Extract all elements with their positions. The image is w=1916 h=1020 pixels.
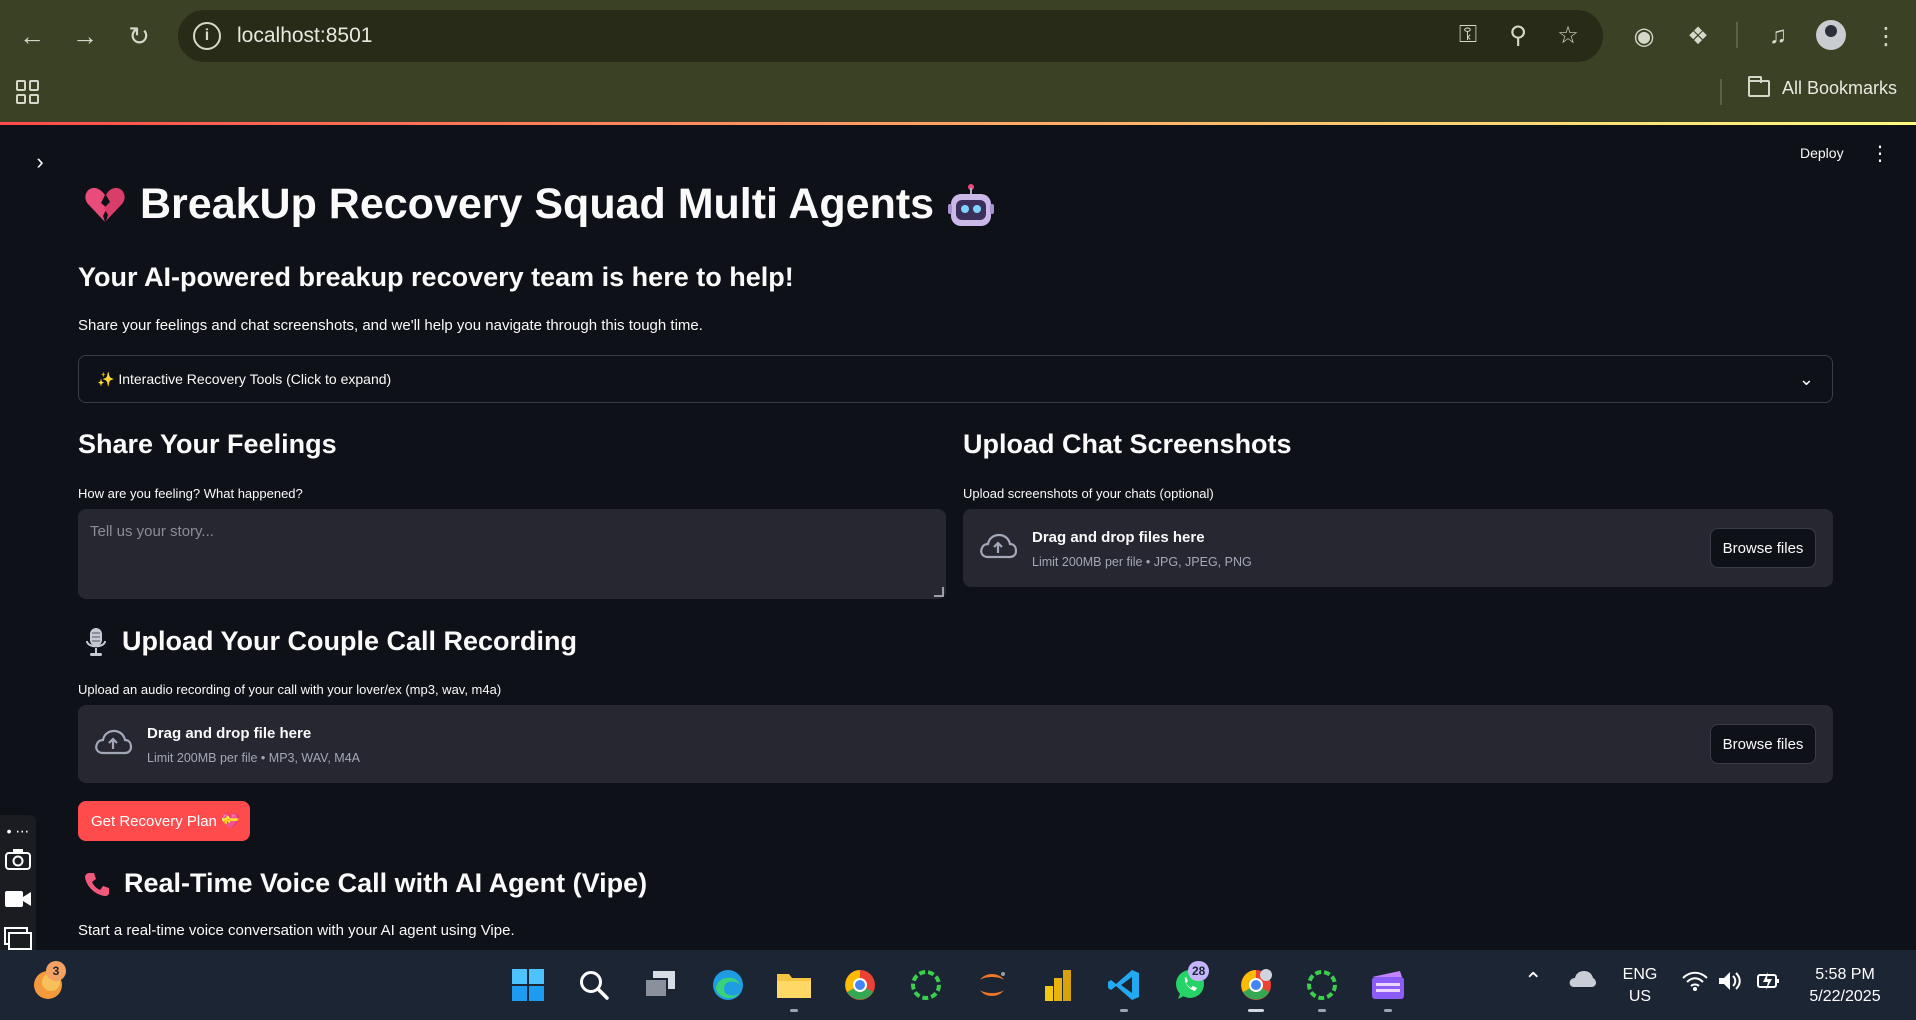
edge-browser-icon[interactable] (708, 965, 748, 1005)
all-bookmarks-label: All Bookmarks (1782, 78, 1898, 98)
screenshots-drop-title: Drag and drop files here (1032, 529, 1205, 546)
site-info-icon[interactable]: i (193, 22, 221, 50)
recording-label: Upload an audio recording of your call w… (78, 682, 502, 697)
clipchamp-icon[interactable] (1368, 965, 1408, 1012)
volume-icon[interactable] (1718, 970, 1742, 999)
microphone-icon (86, 627, 106, 656)
task-view-icon[interactable] (640, 965, 680, 1005)
power-bi-icon[interactable] (1038, 965, 1078, 1005)
file-explorer-icon[interactable] (774, 965, 814, 1012)
weather-badge: 3 (46, 961, 66, 981)
voice-heading-row: Real-Time Voice Call with AI Agent (Vipe… (84, 868, 647, 899)
chrome-profile-icon[interactable] (1236, 965, 1276, 1012)
browser-toolbar: ← → ↻ i localhost:8501 ⚿ ⚲ ☆ ◉ ❖ ♫ ⋮ All… (0, 0, 1916, 124)
page-subtitle: Your AI-powered breakup recovery team is… (78, 262, 794, 292)
apps-grid-icon[interactable] (16, 80, 40, 104)
forward-button[interactable]: → (65, 16, 105, 56)
cloud-upload-icon (95, 729, 132, 755)
feelings-placeholder: Tell us your story... (90, 523, 214, 540)
feelings-textarea[interactable]: Tell us your story... (78, 509, 946, 599)
loading-app-icon[interactable] (906, 965, 946, 1005)
recording-heading-row: Upload Your Couple Call Recording (84, 626, 577, 657)
running-indicator (1120, 1009, 1128, 1012)
jupyter-icon[interactable] (972, 965, 1012, 1005)
recording-browse-button[interactable]: Browse files (1710, 724, 1816, 764)
whatsapp-badge: 28 (1188, 961, 1210, 981)
feelings-heading: Share Your Feelings (78, 429, 337, 459)
chrome-icon[interactable] (840, 965, 880, 1005)
profile-avatar[interactable] (1816, 20, 1846, 50)
windows-stack-icon[interactable] (4, 925, 32, 953)
get-recovery-plan-button[interactable]: Get Recovery Plan 💝 (78, 801, 250, 841)
robot-icon (948, 183, 995, 226)
browser-menu-icon[interactable]: ⋮ (1868, 18, 1904, 54)
language-line1: ENG (1622, 966, 1658, 983)
extension-circle-icon[interactable]: ◉ (1626, 18, 1662, 54)
app-menu-icon[interactable]: ⋮ (1870, 141, 1890, 165)
onedrive-cloud-icon[interactable] (1568, 970, 1596, 995)
bookmark-star-icon[interactable]: ☆ (1553, 20, 1583, 50)
battery-charging-icon[interactable] (1756, 970, 1782, 999)
clock-time: 5:58 PM (1815, 966, 1875, 983)
running-indicator (1318, 1009, 1326, 1012)
recording-dropzone[interactable]: Drag and drop file here Limit 200MB per … (78, 705, 1833, 783)
clock[interactable]: 5:58 PM 5/22/2025 (1800, 964, 1890, 1008)
start-windows-icon[interactable] (508, 965, 548, 1005)
expander-label: ✨ Interactive Recovery Tools (Click to e… (97, 370, 392, 387)
running-indicator (1248, 1009, 1264, 1012)
bookmarks-divider (1720, 79, 1722, 105)
extensions-puzzle-icon[interactable]: ❖ (1680, 18, 1716, 54)
voice-description: Start a real-time voice conversation wit… (78, 922, 515, 939)
more-options-icon[interactable]: • ⋯ (4, 817, 32, 845)
vscode-icon[interactable] (1104, 965, 1144, 1012)
running-indicator (790, 1009, 798, 1012)
all-bookmarks-button[interactable]: All Bookmarks (1748, 76, 1898, 99)
cloud-upload-icon (980, 533, 1017, 559)
windows-taskbar: 3 28 ⌃ ENG US 5:58 PM 5/22/2025 (0, 950, 1916, 1020)
toolbar-divider (1736, 22, 1738, 48)
voice-heading: Real-Time Voice Call with AI Agent (Vipe… (124, 868, 648, 898)
media-controls-icon[interactable]: ♫ (1760, 18, 1796, 54)
url-text: localhost:8501 (237, 24, 373, 47)
page-title: BreakUp Recovery Squad Multi Agents (84, 180, 995, 229)
recording-heading: Upload Your Couple Call Recording (122, 626, 578, 656)
expand-sidebar-chevron-icon[interactable]: › (30, 149, 50, 174)
screenshots-dropzone[interactable]: Drag and drop files here Limit 200MB per… (963, 509, 1833, 587)
folder-icon (1748, 76, 1770, 97)
screenshots-drop-limit: Limit 200MB per file • JPG, JPEG, PNG (1032, 555, 1252, 569)
weather-widget-icon[interactable]: 3 (28, 961, 68, 1005)
loading-app-icon-2[interactable] (1302, 965, 1342, 1012)
recording-drop-limit: Limit 200MB per file • MP3, WAV, M4A (147, 751, 361, 765)
reload-button[interactable]: ↻ (119, 16, 159, 56)
screenshots-browse-button[interactable]: Browse files (1710, 528, 1816, 568)
search-icon[interactable] (574, 965, 614, 1005)
video-camera-icon[interactable] (4, 885, 32, 913)
address-bar[interactable]: i localhost:8501 ⚿ ⚲ ☆ (178, 10, 1603, 62)
deploy-button[interactable]: Deploy (1800, 145, 1844, 161)
wifi-icon[interactable] (1682, 970, 1708, 999)
interactive-tools-expander[interactable]: ✨ Interactive Recovery Tools (Click to e… (78, 355, 1833, 403)
broken-heart-icon (85, 187, 125, 222)
streamlit-app: › Deploy ⋮ BreakUp Recovery Squad Multi … (0, 125, 1916, 995)
language-line2: US (1628, 988, 1652, 1005)
screenshots-heading: Upload Chat Screenshots (963, 429, 1292, 459)
recording-drop-title: Drag and drop file here (147, 725, 312, 742)
camera-icon[interactable] (4, 845, 32, 873)
show-hidden-icons-chevron-icon[interactable]: ⌃ (1524, 970, 1542, 992)
page-description: Share your feelings and chat screenshots… (78, 317, 703, 334)
page-title-text: BreakUp Recovery Squad Multi Agents (140, 180, 935, 228)
chevron-down-icon: ⌄ (1798, 369, 1814, 389)
back-button[interactable]: ← (12, 16, 52, 56)
telephone-icon (85, 872, 109, 896)
clock-date: 5/22/2025 (1809, 988, 1881, 1005)
feelings-label: How are you feeling? What happened? (78, 486, 303, 501)
password-key-icon[interactable]: ⚿ (1453, 20, 1483, 50)
zoom-icon[interactable]: ⚲ (1503, 20, 1533, 50)
resize-handle-icon[interactable] (934, 587, 944, 597)
screenshots-label: Upload screenshots of your chats (option… (963, 486, 1214, 501)
whatsapp-icon[interactable]: 28 (1170, 961, 1210, 1005)
language-indicator[interactable]: ENG US (1618, 964, 1662, 1008)
running-indicator (1384, 1009, 1392, 1012)
